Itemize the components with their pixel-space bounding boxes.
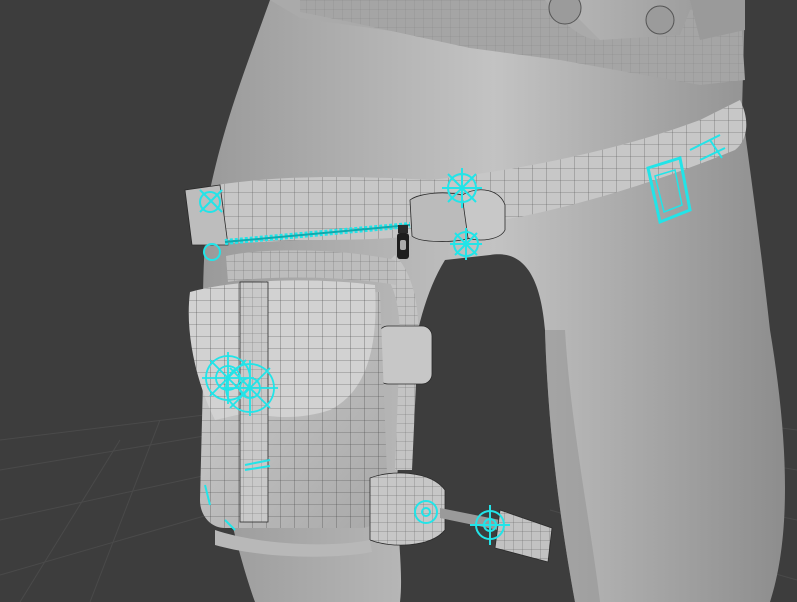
pouch[interactable] <box>188 280 388 528</box>
gear-icon[interactable] <box>222 360 278 416</box>
gear-icon[interactable] <box>442 168 482 208</box>
zipper-pull-icon[interactable] <box>397 225 409 259</box>
3d-viewport[interactable] <box>0 0 797 602</box>
gear-icon[interactable] <box>645 5 675 35</box>
viewport-canvas[interactable] <box>0 0 797 602</box>
